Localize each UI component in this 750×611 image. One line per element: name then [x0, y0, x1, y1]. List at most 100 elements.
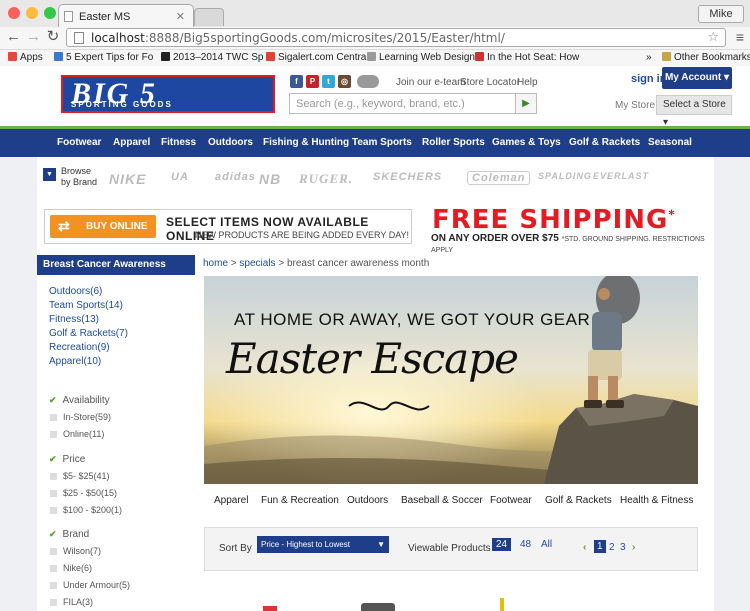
filter-price-5-25[interactable]: $5- $25(41): [50, 471, 110, 481]
facet-availability-toggle[interactable]: ✔ Availability: [49, 395, 110, 406]
page-2-button[interactable]: 2: [609, 542, 615, 553]
bookmarks-overflow-button[interactable]: »: [646, 52, 652, 63]
bookmark-item[interactable]: In the Hot Seat: How: [475, 52, 579, 63]
address-bar[interactable]: localhost:8888/Big5sportingGoods.com/mic…: [66, 28, 726, 47]
close-tab-icon[interactable]: ✕: [176, 10, 185, 23]
filter-in-store[interactable]: In-Store(59): [50, 412, 111, 422]
sidebar-category-outdoors[interactable]: Outdoors(6): [49, 286, 102, 297]
filter-brand-under-armour[interactable]: Under Armour(5): [50, 580, 130, 590]
sidebar-category-apparel[interactable]: Apparel(10): [49, 356, 101, 367]
filter-brand-nike[interactable]: Nike(6): [50, 563, 92, 573]
nav-games-toys[interactable]: Games & Toys: [492, 137, 561, 148]
sidebar-category-team-sports[interactable]: Team Sports(14): [49, 300, 123, 311]
bookmark-apps[interactable]: Apps: [8, 52, 43, 63]
checkbox[interactable]: [50, 548, 57, 555]
facet-brand-toggle[interactable]: ✔ Brand: [49, 529, 89, 540]
checkbox[interactable]: [50, 431, 57, 438]
pinterest-icon[interactable]: P: [306, 75, 319, 88]
subcat-baseball-soccer[interactable]: Baseball & Soccer: [401, 495, 483, 506]
brand-adidas-logo[interactable]: adidas: [215, 171, 256, 183]
nav-outdoors[interactable]: Outdoors: [208, 137, 253, 148]
checkbox[interactable]: [50, 414, 57, 421]
product-thumbnail[interactable]: [263, 606, 277, 611]
my-account-button[interactable]: My Account ▾: [662, 67, 732, 89]
subcat-footwear[interactable]: Footwear: [490, 495, 532, 506]
filter-online[interactable]: Online(11): [50, 429, 104, 439]
twitter-icon[interactable]: t: [322, 75, 335, 88]
join-eteam-link[interactable]: Join our e-team: [396, 77, 465, 88]
brand-nike-logo[interactable]: NIKE: [109, 171, 146, 187]
brand-under-armour-logo[interactable]: UA: [171, 171, 189, 183]
maximize-window-button[interactable]: [44, 7, 56, 19]
brand-everlast-logo[interactable]: EVERLAST: [593, 171, 649, 181]
blog-icon[interactable]: [357, 75, 379, 88]
nav-roller-sports[interactable]: Roller Sports: [422, 137, 485, 148]
search-button[interactable]: ▶: [515, 93, 537, 114]
nav-seasonal[interactable]: Seasonal: [648, 137, 692, 148]
nav-fitness[interactable]: Fitness: [161, 137, 196, 148]
tab-easter[interactable]: Easter MS ✕: [58, 4, 194, 28]
filter-price-100-200[interactable]: $100 - $200(1): [50, 505, 122, 515]
sort-select[interactable]: Price - Highest to Lowest ▼: [257, 536, 389, 553]
nav-apparel[interactable]: Apparel: [113, 137, 150, 148]
view-all-button[interactable]: All: [537, 538, 556, 551]
help-link[interactable]: Help: [517, 77, 538, 88]
product-thumbnail[interactable]: [361, 603, 395, 611]
store-locator-link[interactable]: Store Locator: [460, 77, 520, 88]
page-3-button[interactable]: 3: [620, 542, 626, 553]
search-input[interactable]: Search (e.g., keyword, brand, etc.) ▶: [289, 93, 537, 114]
sidebar-category-fitness[interactable]: Fitness(13): [49, 314, 99, 325]
checkbox[interactable]: [50, 582, 57, 589]
nav-footwear[interactable]: Footwear: [57, 137, 101, 148]
brand-skechers-logo[interactable]: SKECHERS: [373, 171, 442, 183]
profile-button[interactable]: Mike: [698, 5, 744, 23]
subcat-fun-recreation[interactable]: Fun & Recreation: [261, 495, 339, 506]
prev-page-icon[interactable]: ‹: [583, 542, 586, 553]
browse-brand-toggle-icon[interactable]: ▼: [43, 168, 56, 181]
buy-online-banner[interactable]: ⇄ BUY ONLINE SELECT ITEMS NOW AVAILABLE O…: [44, 209, 412, 244]
easter-escape-hero-banner[interactable]: AT HOME OR AWAY, WE GOT YOUR GEAR Easter…: [204, 276, 698, 484]
checkbox[interactable]: [50, 473, 57, 480]
view-48-button[interactable]: 48: [516, 538, 535, 551]
facebook-icon[interactable]: f: [290, 75, 303, 88]
menu-icon[interactable]: ≡: [736, 29, 744, 45]
big5-logo[interactable]: BIG 5 SPORTING GOODS: [61, 75, 275, 113]
brand-spalding-logo[interactable]: SPALDING: [538, 171, 592, 181]
bookmark-item[interactable]: Sigalert.com Central: [266, 52, 369, 63]
back-icon[interactable]: ←: [6, 27, 21, 47]
subcat-apparel[interactable]: Apparel: [214, 495, 248, 506]
brand-coleman-logo[interactable]: Coleman: [467, 171, 531, 185]
sidebar-category-golf-rackets[interactable]: Golf & Rackets(7): [49, 328, 128, 339]
bookmark-item[interactable]: 2013–2014 TWC Sp: [161, 52, 263, 63]
breadcrumb-specials[interactable]: specials: [239, 258, 275, 269]
bookmark-item[interactable]: 5 Expert Tips for Fo: [54, 52, 153, 63]
brand-new-balance-logo[interactable]: NB: [259, 171, 281, 187]
nav-golf-rackets[interactable]: Golf & Rackets: [569, 137, 640, 148]
forward-icon[interactable]: →: [26, 27, 41, 47]
brand-ruger-logo[interactable]: RUGER.: [299, 171, 353, 187]
nav-fishing-hunting[interactable]: Fishing & Hunting: [263, 137, 349, 148]
filter-brand-wilson[interactable]: Wilson(7): [50, 546, 101, 556]
facet-price-toggle[interactable]: ✔ Price: [49, 454, 85, 465]
bookmark-other[interactable]: Other Bookmarks: [662, 52, 750, 63]
sidebar-category-recreation[interactable]: Recreation(9): [49, 342, 110, 353]
breadcrumb-home[interactable]: home: [203, 258, 228, 269]
instagram-icon[interactable]: ◎: [338, 75, 351, 88]
buy-online-button[interactable]: ⇄ BUY ONLINE: [50, 215, 156, 238]
view-24-button[interactable]: 24: [492, 538, 512, 551]
new-tab-button[interactable]: [194, 8, 224, 26]
reload-icon[interactable]: ↻: [46, 27, 60, 47]
subcat-outdoors[interactable]: Outdoors: [347, 495, 388, 506]
minimize-window-button[interactable]: [26, 7, 38, 19]
filter-price-25-50[interactable]: $25 - $50(15): [50, 488, 117, 498]
subcat-health-fitness[interactable]: Health & Fitness: [620, 495, 693, 506]
filter-brand-fila[interactable]: FILA(3): [50, 597, 93, 607]
close-window-button[interactable]: [8, 7, 20, 19]
subcat-golf-rackets[interactable]: Golf & Rackets: [545, 495, 612, 506]
product-thumbnail[interactable]: [500, 598, 504, 611]
next-page-icon[interactable]: ›: [632, 542, 635, 553]
checkbox[interactable]: [50, 490, 57, 497]
nav-team-sports[interactable]: Team Sports: [352, 137, 412, 148]
page-1-button[interactable]: 1: [594, 540, 606, 553]
checkbox[interactable]: [50, 565, 57, 572]
